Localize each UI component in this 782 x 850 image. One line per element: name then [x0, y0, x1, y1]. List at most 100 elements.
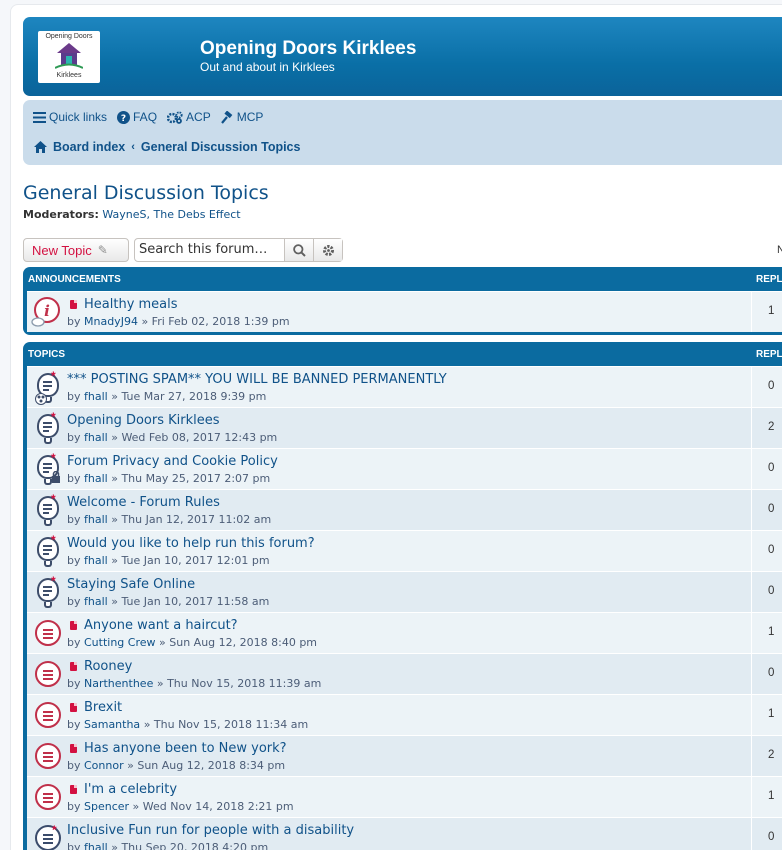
topic-meta: by fhall » Tue Mar 27, 2018 9:39 pm: [67, 390, 751, 403]
topic-status-icon: [27, 695, 67, 735]
topic-author[interactable]: Connor: [84, 759, 124, 772]
topic-author[interactable]: Cutting Crew: [84, 636, 156, 649]
topic-meta: by Spencer » Wed Nov 14, 2018 2:21 pm: [67, 800, 751, 813]
topic-date: Thu Jan 12, 2017 11:02 am: [121, 513, 272, 526]
topic-row[interactable]: Anyone want a haircut? by Cutting Crew »…: [27, 612, 782, 653]
breadcrumb-board-index[interactable]: Board index: [53, 140, 125, 154]
topic-title[interactable]: *** POSTING SPAM** YOU WILL BE BANNED PE…: [67, 372, 447, 387]
topic-row[interactable]: I'm a celebrity by Spencer » Wed Nov 14,…: [27, 776, 782, 817]
site-header: Opening Doors Kirklees Opening Doors Kir…: [23, 17, 782, 96]
topic-author[interactable]: fhall: [84, 595, 108, 608]
moderator-names[interactable]: WayneS, The Debs Effect: [102, 208, 240, 221]
quick-links-label: Quick links: [49, 110, 108, 124]
topic-author[interactable]: Narthenthee: [84, 677, 153, 690]
mcp-link[interactable]: MCP: [220, 110, 264, 124]
topic-title[interactable]: Staying Safe Online: [67, 577, 195, 592]
by-label: by: [67, 841, 81, 850]
topic-meta: by fhall » Tue Jan 10, 2017 11:58 am: [67, 595, 751, 608]
topic-author[interactable]: Samantha: [84, 718, 140, 731]
quick-links-menu[interactable]: Quick links: [33, 110, 107, 124]
topic-title[interactable]: Brexit: [84, 700, 122, 715]
topic-title[interactable]: Anyone want a haircut?: [84, 618, 238, 633]
topic-author[interactable]: MnadyJ94: [84, 315, 138, 328]
page-title[interactable]: General Discussion Topics: [23, 182, 269, 204]
topic-row[interactable]: * Inclusive Fun run for people with a di…: [27, 817, 782, 850]
topic-row[interactable]: * Staying Safe Online by fhall » Tue Jan…: [27, 571, 782, 612]
topic-info: Welcome - Forum Rules by fhall » Thu Jan…: [67, 490, 751, 530]
by-label: by: [67, 554, 81, 567]
site-title[interactable]: Opening Doors Kirklees: [200, 38, 416, 60]
topic-row[interactable]: Has anyone been to New york? by Connor »…: [27, 735, 782, 776]
topic-author[interactable]: fhall: [84, 472, 108, 485]
topic-title[interactable]: I'm a celebrity: [84, 782, 177, 797]
topic-title[interactable]: Forum Privacy and Cookie Policy: [67, 454, 278, 469]
home-icon: [34, 141, 47, 153]
topic-title[interactable]: Inclusive Fun run for people with a disa…: [67, 823, 354, 838]
topic-row[interactable]: Brexit by Samantha » Thu Nov 15, 2018 11…: [27, 694, 782, 735]
site-logo[interactable]: Opening Doors Kirklees: [38, 31, 100, 83]
attachment-icon: [70, 300, 77, 309]
attachment-icon: [70, 662, 77, 671]
topic-row[interactable]: * *** POSTING SPAM** YOU WILL BE BANNED …: [27, 366, 782, 407]
topic-title[interactable]: Healthy meals: [84, 297, 178, 312]
topic-author[interactable]: fhall: [84, 390, 108, 403]
navbar: Quick links ? FAQ ACP MCP Board index ‹ …: [23, 100, 782, 165]
topic-title[interactable]: Opening Doors Kirklees: [67, 413, 220, 428]
topic-date: Wed Feb 08, 2017 12:43 pm: [121, 431, 278, 444]
topic-title[interactable]: Rooney: [84, 659, 132, 674]
topic-info: *** POSTING SPAM** YOU WILL BE BANNED PE…: [67, 367, 751, 407]
topic-icon: [35, 702, 61, 728]
topic-title[interactable]: Would you like to help run this forum?: [67, 536, 315, 551]
topic-info: Rooney by Narthenthee » Thu Nov 15, 2018…: [67, 654, 751, 694]
topic-date: Fri Feb 02, 2018 1:39 pm: [151, 315, 290, 328]
new-post-star-icon: *: [51, 369, 56, 383]
meta-separator: »: [111, 431, 118, 444]
replies-column-header: REPLI: [756, 273, 782, 285]
topic-author[interactable]: fhall: [84, 841, 108, 850]
breadcrumb-current-forum[interactable]: General Discussion Topics: [141, 140, 301, 154]
topic-status-icon: *: [27, 449, 67, 489]
meta-separator: »: [159, 636, 166, 649]
topic-author[interactable]: Spencer: [84, 800, 129, 813]
topic-info: Inclusive Fun run for people with a disa…: [67, 818, 751, 850]
topic-info: Opening Doors Kirklees by fhall » Wed Fe…: [67, 408, 751, 448]
faq-link[interactable]: ? FAQ: [117, 110, 157, 124]
quick-nav: Quick links ? FAQ ACP MCP: [33, 110, 263, 124]
topic-title[interactable]: Has anyone been to New york?: [84, 741, 287, 756]
reply-count: 0: [751, 654, 782, 694]
mcp-label: MCP: [236, 110, 264, 124]
topic-date: Tue Jan 10, 2017 12:01 pm: [121, 554, 270, 567]
advanced-search-button[interactable]: [313, 239, 342, 261]
attachment-icon: [70, 744, 77, 753]
topic-icon: [35, 661, 61, 687]
meta-separator: »: [111, 554, 118, 567]
reply-count: 0: [751, 572, 782, 612]
topic-author[interactable]: fhall: [84, 431, 108, 444]
by-label: by: [67, 390, 81, 403]
search-input[interactable]: Search this forum…: [135, 239, 284, 261]
reply-count: 0: [751, 531, 782, 571]
topic-info: I'm a celebrity by Spencer » Wed Nov 14,…: [67, 777, 751, 817]
by-label: by: [67, 800, 81, 813]
topic-date: Thu Nov 15, 2018 11:39 am: [167, 677, 322, 690]
topic-author[interactable]: fhall: [84, 554, 108, 567]
topic-author[interactable]: fhall: [84, 513, 108, 526]
new-topic-button[interactable]: New Topic ✎: [23, 238, 129, 262]
topic-row[interactable]: Rooney by Narthenthee » Thu Nov 15, 2018…: [27, 653, 782, 694]
topic-title[interactable]: Welcome - Forum Rules: [67, 495, 220, 510]
topic-row[interactable]: * Forum Privacy and Cookie Policy by fha…: [27, 448, 782, 489]
topic-row[interactable]: * Welcome - Forum Rules by fhall » Thu J…: [27, 489, 782, 530]
topic-date: Thu Nov 15, 2018 11:34 am: [153, 718, 309, 731]
announcement-row[interactable]: i Healthy meals by MnadyJ94 » Fri Feb 02…: [27, 291, 782, 332]
meta-separator: »: [143, 718, 151, 731]
logo-text-top: Opening Doors: [45, 33, 93, 40]
topic-meta: by Narthenthee » Thu Nov 15, 2018 11:39 …: [67, 677, 751, 690]
by-label: by: [67, 595, 81, 608]
topic-row[interactable]: * Would you like to help run this forum?…: [27, 530, 782, 571]
topic-row[interactable]: * Opening Doors Kirklees by fhall » Wed …: [27, 407, 782, 448]
replies-column-header: REPLI: [756, 348, 782, 360]
pencil-icon: ✎: [97, 243, 108, 257]
search-button[interactable]: [284, 239, 314, 261]
acp-link[interactable]: ACP: [167, 110, 211, 124]
chevron-left-icon: ‹: [131, 141, 135, 153]
